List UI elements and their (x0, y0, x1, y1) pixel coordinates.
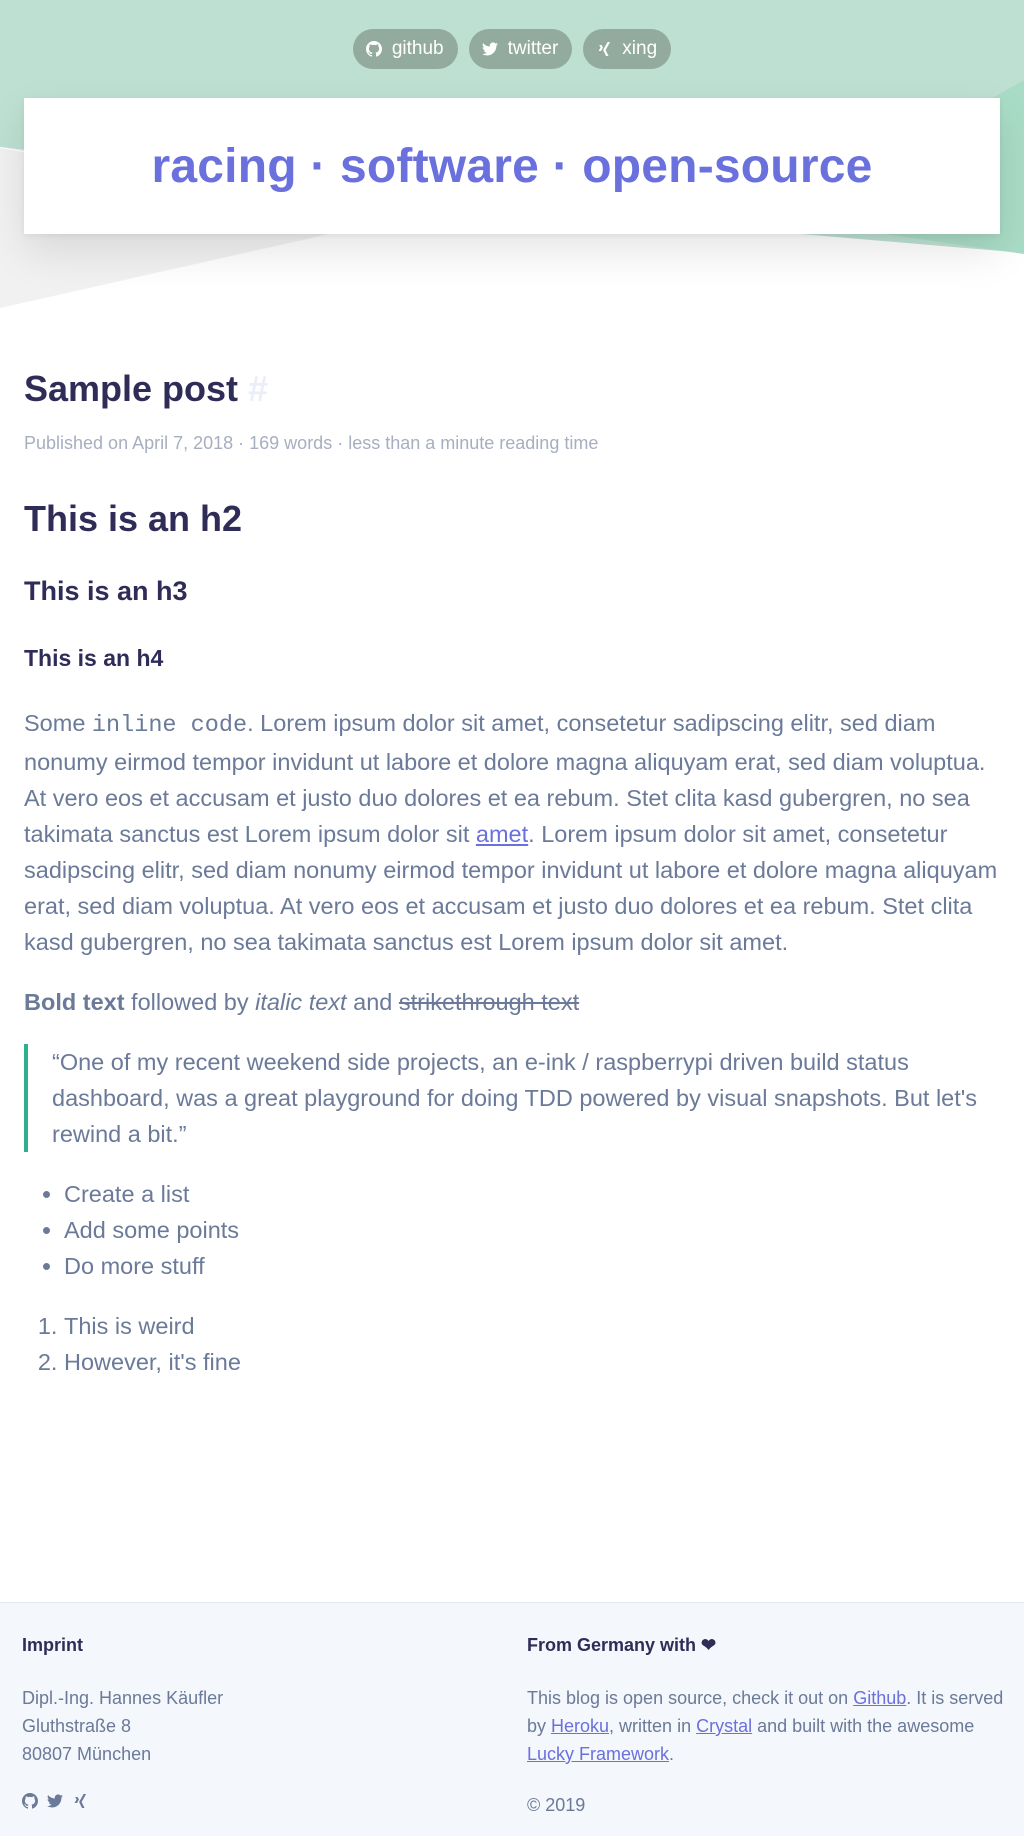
about-text-part: , written in (609, 1716, 697, 1736)
twitter-label: twitter (507, 38, 559, 59)
footer-social-icons (22, 1793, 502, 1809)
lucky-framework-link[interactable]: Lucky Framework (527, 1744, 669, 1764)
address-line: Gluthstraße 8 (22, 1716, 132, 1736)
github-footer-link[interactable]: Github (853, 1688, 906, 1708)
site-title[interactable]: racing · software · open-source (152, 139, 873, 194)
heading-h2: This is an h2 (24, 498, 243, 539)
twitter-icon[interactable] (47, 1793, 63, 1809)
site-footer: Imprint Dipl.-Ing. Hannes Käufler Gluths… (0, 1602, 1024, 1836)
about-text-part: . (669, 1744, 675, 1764)
xing-link[interactable]: xing (583, 29, 672, 69)
post-anchor-link[interactable]: # (248, 368, 268, 409)
followed-by-text: followed by (124, 989, 256, 1015)
post-title: Sample post # (24, 365, 1000, 413)
list-item: Create a list (64, 1176, 1000, 1212)
post-title-text: Sample post (24, 368, 239, 409)
inline-code: inline code (91, 712, 248, 739)
address-line: Dipl.-Ing. Hannes Käufler (22, 1688, 224, 1708)
github-label: github (391, 38, 444, 59)
about-text: This blog is open source, check it out o… (527, 1684, 1007, 1768)
formatting-paragraph: Bold text followed by italic text and st… (24, 984, 1000, 1020)
imprint-column: Imprint Dipl.-Ing. Hannes Käufler Gluths… (22, 1603, 502, 1809)
social-nav: github twitter xing (0, 29, 1024, 69)
twitter-link[interactable]: twitter (468, 29, 573, 69)
address-line: 80807 München (22, 1744, 152, 1764)
heading-h3: This is an h3 (24, 576, 188, 606)
imprint-title: Imprint (22, 1635, 83, 1655)
list-item: However, it's fine (64, 1344, 1000, 1380)
about-title: From Germany with ❤ (527, 1635, 717, 1655)
numbered-list: This is weird However, it's fine (24, 1308, 1000, 1380)
amet-link[interactable]: amet (476, 821, 528, 847)
github-link[interactable]: github (352, 29, 458, 69)
bullet-list: Create a list Add some points Do more st… (24, 1176, 1000, 1284)
list-item: Add some points (64, 1212, 1000, 1248)
xing-icon[interactable] (72, 1793, 88, 1809)
xing-icon (596, 41, 612, 57)
blockquote: “One of my recent weekend side projects,… (24, 1044, 1000, 1152)
heroku-link[interactable]: Heroku (551, 1716, 609, 1736)
post-meta: Published on April 7, 2018 · 169 words ·… (24, 433, 599, 453)
list-item: This is weird (64, 1308, 1000, 1344)
para-start: Some (24, 710, 92, 736)
about-text-part: This blog is open source, check it out o… (527, 1688, 854, 1708)
post-content: Sample post # Published on April 7, 2018 … (24, 365, 1000, 1380)
imprint-address: Dipl.-Ing. Hannes Käufler Gluthstraße 8 … (22, 1684, 502, 1768)
strikethrough-text: strikethrough text (398, 989, 580, 1015)
github-icon[interactable] (22, 1793, 38, 1809)
bold-text: Bold text (24, 989, 125, 1015)
about-column: From Germany with ❤ This blog is open so… (527, 1603, 1007, 1817)
italic-text: italic text (255, 989, 347, 1015)
and-text: and (346, 989, 399, 1015)
about-text-part: and built with the awesome (752, 1716, 975, 1736)
github-icon (365, 41, 382, 57)
copyright: © 2019 (527, 1795, 586, 1815)
xing-label: xing (622, 38, 658, 59)
heading-h4: This is an h4 (24, 645, 164, 671)
lorem-paragraph: Some inline code. Lorem ipsum dolor sit … (24, 705, 1000, 960)
crystal-link[interactable]: Crystal (696, 1716, 752, 1736)
list-item: Do more stuff (64, 1248, 1000, 1284)
twitter-icon (481, 41, 498, 57)
site-title-card: racing · software · open-source (24, 98, 1000, 234)
